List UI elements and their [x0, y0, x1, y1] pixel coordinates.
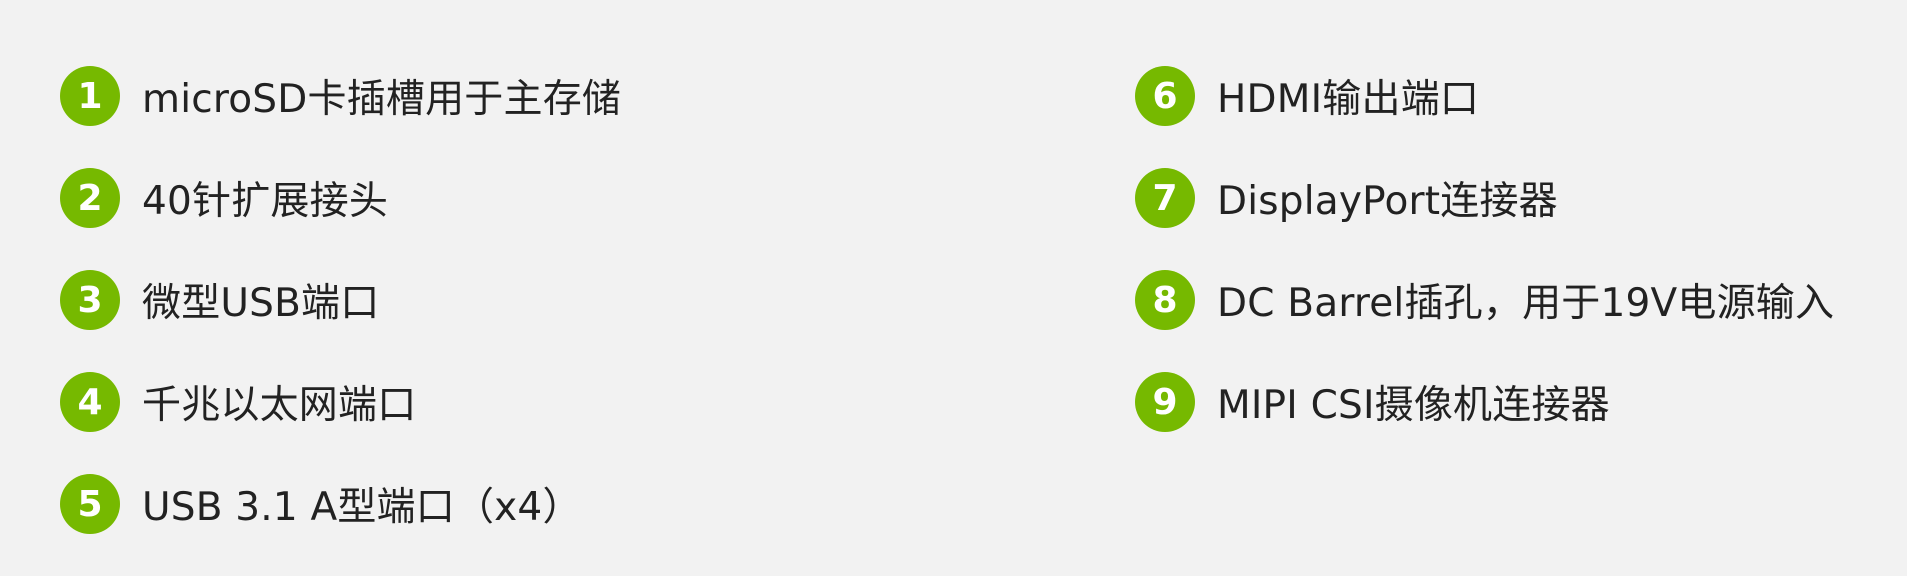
legend-item-displayport: 7 DisplayPort连接器	[1135, 168, 1834, 228]
legend-item-hdmi-port: 6 HDMI输出端口	[1135, 66, 1834, 126]
legend-item-label: MIPI CSI摄像机连接器	[1217, 383, 1610, 428]
component-legend: 1 microSD卡插槽用于主存储 2 40针扩展接头 3 微型USB端口 4 …	[0, 0, 1907, 575]
number-badge: 1	[60, 66, 120, 126]
legend-column-right: 6 HDMI输出端口 7 DisplayPort连接器 8 DC Barrel插…	[1135, 66, 1834, 474]
number-badge: 5	[60, 474, 120, 534]
legend-item-label: DisplayPort连接器	[1217, 179, 1558, 224]
number-badge: 3	[60, 270, 120, 330]
number-badge: 2	[60, 168, 120, 228]
legend-item-microsd-slot: 1 microSD卡插槽用于主存储	[60, 66, 621, 126]
legend-item-label: microSD卡插槽用于主存储	[142, 77, 622, 122]
legend-item-label: USB 3.1 A型端口（x4）	[142, 485, 582, 530]
number-badge: 4	[60, 372, 120, 432]
legend-item-micro-usb-port: 3 微型USB端口	[60, 270, 621, 330]
legend-item-dc-barrel-jack: 8 DC Barrel插孔，用于19V电源输入	[1135, 270, 1834, 330]
legend-item-label: DC Barrel插孔，用于19V电源输入	[1217, 281, 1835, 326]
legend-item-mipi-csi-connector: 9 MIPI CSI摄像机连接器	[1135, 372, 1834, 432]
legend-item-usb-a-ports: 5 USB 3.1 A型端口（x4）	[60, 474, 621, 534]
legend-column-left: 1 microSD卡插槽用于主存储 2 40针扩展接头 3 微型USB端口 4 …	[60, 66, 621, 576]
legend-item-label: HDMI输出端口	[1217, 77, 1480, 122]
number-badge: 8	[1135, 270, 1195, 330]
number-badge: 6	[1135, 66, 1195, 126]
legend-item-label: 40针扩展接头	[142, 179, 389, 224]
number-badge: 9	[1135, 372, 1195, 432]
legend-item-label: 微型USB端口	[142, 281, 380, 326]
legend-item-40pin-header: 2 40针扩展接头	[60, 168, 621, 228]
number-badge: 7	[1135, 168, 1195, 228]
legend-item-gigabit-ethernet: 4 千兆以太网端口	[60, 372, 621, 432]
legend-item-label: 千兆以太网端口	[142, 383, 417, 428]
